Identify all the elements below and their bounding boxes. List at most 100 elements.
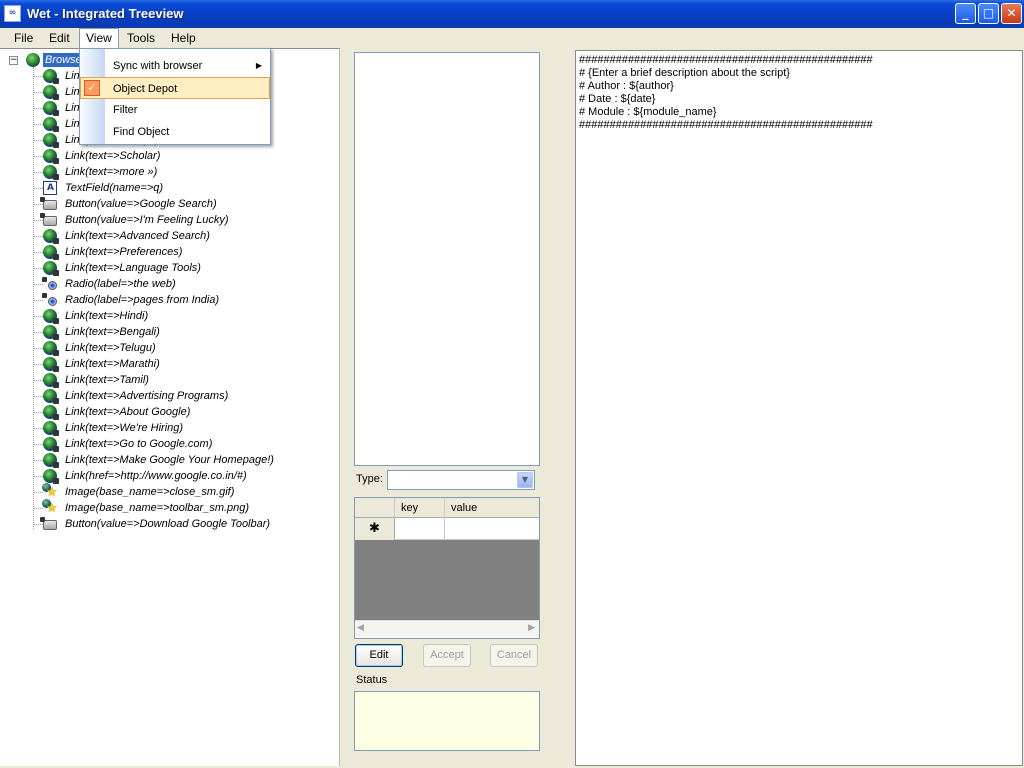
grid-cell-key[interactable] <box>395 518 445 540</box>
object-tree[interactable]: − Browser Link(text=>Web)Link(text=>Imag… <box>0 48 340 766</box>
tree-item-label: Button(value=>I'm Feeling Lucky) <box>65 214 229 226</box>
link-globe-icon <box>43 341 59 356</box>
link-globe-icon <box>43 373 59 388</box>
tree-connector-line <box>34 316 43 317</box>
radio-icon <box>42 277 57 290</box>
tree-connector-line <box>34 476 43 477</box>
tree-item[interactable]: Link(text=>Scholar) <box>0 148 339 164</box>
link-globe-icon <box>43 421 59 436</box>
tree-item[interactable]: Radio(label=>pages from India) <box>0 292 339 308</box>
menu-edit[interactable]: Edit <box>43 28 76 48</box>
grid-new-row[interactable]: ✱ <box>355 518 539 540</box>
tree-connector-line <box>34 396 43 397</box>
tree-item-label: Link(text=>Advanced Search) <box>65 230 210 242</box>
tree-item[interactable]: Link(text=>Preferences) <box>0 244 339 260</box>
tree-item[interactable]: Button(value=>Google Search) <box>0 196 339 212</box>
tree-item[interactable]: Link(text=>About Google) <box>0 404 339 420</box>
menu-view[interactable]: View <box>79 28 119 48</box>
link-globe-icon <box>43 309 59 324</box>
close-button[interactable]: ✕ <box>1001 3 1022 24</box>
tree-item-label: Link(text=>Bengali) <box>65 326 160 338</box>
menu-item-object-depot[interactable]: ✓ Object Depot <box>80 77 270 99</box>
link-globe-icon <box>43 389 59 404</box>
menu-item-label: Find Object <box>113 126 170 138</box>
menu-item-find-object[interactable]: Find Object <box>80 121 270 143</box>
tree-connector-line <box>34 508 43 509</box>
menu-item-filter[interactable]: Filter <box>80 99 270 121</box>
grid-horizontal-scrollbar[interactable]: ◀ ▶ <box>355 620 539 638</box>
tree-item[interactable]: Button(value=>I'm Feeling Lucky) <box>0 212 339 228</box>
chevron-down-icon[interactable]: ▼ <box>517 472 533 488</box>
menu-file[interactable]: File <box>8 28 39 48</box>
accept-button[interactable]: Accept <box>423 644 471 667</box>
tree-item[interactable]: Link(text=>more ») <box>0 164 339 180</box>
tree-item-label: Link(text=>About Google) <box>65 406 191 418</box>
menu-item-label: Filter <box>113 104 138 116</box>
collapse-toggle-icon[interactable]: − <box>9 56 18 65</box>
tree-connector-line <box>34 524 43 525</box>
edit-button[interactable]: Edit <box>355 644 403 667</box>
tree-item[interactable]: Button(value=>Download Google Toolbar) <box>0 516 339 532</box>
tree-connector-line <box>34 492 43 493</box>
key-value-grid[interactable]: key value ✱ ◀ ▶ <box>354 497 540 639</box>
scroll-right-icon[interactable]: ▶ <box>528 623 535 633</box>
link-globe-icon <box>43 133 59 148</box>
menu-tools[interactable]: Tools <box>121 28 161 48</box>
tree-item[interactable]: Link(text=>Advertising Programs) <box>0 388 339 404</box>
tree-connector-line <box>34 140 43 141</box>
tree-connector-line <box>34 380 43 381</box>
object-properties-box[interactable] <box>354 52 540 466</box>
tree-item-label: Link(text=>Tamil) <box>65 374 149 386</box>
minimize-button[interactable]: _ <box>955 3 976 24</box>
link-globe-icon <box>43 229 59 244</box>
tree-item-label: Link(text=>Go to Google.com) <box>65 438 213 450</box>
grid-header: key value <box>355 498 539 518</box>
script-line: # Author : ${author} <box>579 80 674 92</box>
tree-connector-line <box>34 236 43 237</box>
script-line: ########################################… <box>579 119 873 131</box>
tree-item[interactable]: Link(href=>http://www.google.co.in/#) <box>0 468 339 484</box>
tree-item[interactable]: Link(text=>Hindi) <box>0 308 339 324</box>
cancel-button[interactable]: Cancel <box>490 644 538 667</box>
maximize-button[interactable]: □ <box>978 3 999 24</box>
tree-item[interactable]: Image(base_name=>close_sm.gif) <box>0 483 339 500</box>
link-globe-icon <box>43 357 59 372</box>
link-globe-icon <box>43 405 59 420</box>
tree-item[interactable]: Link(text=>Advanced Search) <box>0 228 339 244</box>
app-icon: ∞ <box>4 5 21 22</box>
link-globe-icon <box>43 117 59 132</box>
tree-item[interactable]: Link(text=>Go to Google.com) <box>0 436 339 452</box>
title-bar[interactable]: ∞ Wet - Integrated Treeview _ □ ✕ <box>0 0 1024 28</box>
button-icon <box>40 213 57 226</box>
link-globe-icon <box>43 85 59 100</box>
tree-item[interactable]: Image(base_name=>toolbar_sm.png) <box>0 499 339 516</box>
tree-item[interactable]: Link(text=>Telugu) <box>0 340 339 356</box>
grid-column-key[interactable]: key <box>395 498 445 518</box>
tree-connector-line <box>34 204 43 205</box>
tree-item-label: Link(text=>We're Hiring) <box>65 422 184 434</box>
tree-connector-line <box>34 76 43 77</box>
checkmark-icon: ✓ <box>84 80 100 96</box>
tree-item[interactable]: Link(text=>Tamil) <box>0 372 339 388</box>
window-title: Wet - Integrated Treeview <box>27 6 184 21</box>
grid-column-value[interactable]: value <box>445 498 539 518</box>
menu-item-sync-with-browser[interactable]: Sync with browser ▶ <box>80 55 270 77</box>
scroll-left-icon[interactable]: ◀ <box>357 623 364 633</box>
tree-item[interactable]: Link(text=>Language Tools) <box>0 260 339 276</box>
tree-item[interactable]: Link(text=>We're Hiring) <box>0 420 339 436</box>
tree-item[interactable]: Link(text=>Make Google Your Homepage!) <box>0 452 339 468</box>
script-editor[interactable]: ########################################… <box>575 50 1023 766</box>
type-select[interactable]: ▼ <box>387 470 535 490</box>
tree-connector-line <box>34 172 43 173</box>
tree-connector-line <box>34 108 43 109</box>
menu-help[interactable]: Help <box>165 28 202 48</box>
tree-connector-line <box>34 220 43 221</box>
tree-item[interactable]: Link(text=>Marathi) <box>0 356 339 372</box>
properties-panel: Type: ▼ key value ✱ ◀ ▶ Edit Accept Canc… <box>341 48 574 766</box>
tree-item[interactable]: Link(text=>Bengali) <box>0 324 339 340</box>
tree-item[interactable]: Radio(label=>the web) <box>0 276 339 292</box>
tree-connector-line <box>34 92 43 93</box>
tree-item[interactable]: TextField(name=>q) <box>0 180 339 196</box>
grid-cell-value[interactable] <box>445 518 539 540</box>
menu-bar: File Edit View Tools Help <box>0 28 1024 48</box>
